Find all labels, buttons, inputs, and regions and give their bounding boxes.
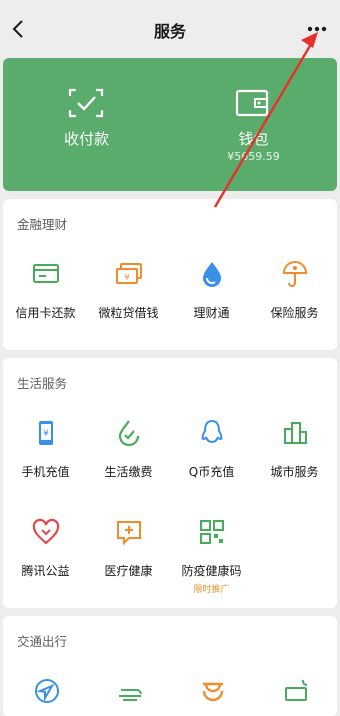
svg-text:¥: ¥ bbox=[43, 429, 49, 439]
grid-item-health-code[interactable]: 防疫健康码 限时推广 bbox=[170, 517, 253, 595]
grid-item-label: 医疗健康 bbox=[104, 564, 153, 578]
grid-item-label: 手机充值 bbox=[21, 465, 70, 479]
grid-item-utilities[interactable]: 生活缴费 bbox=[87, 418, 170, 480]
wallet-button[interactable]: 钱包 ¥5659.59 bbox=[170, 58, 337, 191]
grid-item-label: 信用卡还款 bbox=[15, 306, 76, 320]
payment-wallet-panel: 收付款 钱包 ¥5659.59 bbox=[3, 58, 337, 191]
wallet-balance: ¥5659.59 bbox=[227, 150, 280, 163]
wallet-icon bbox=[235, 89, 269, 117]
grid-item-qcoin[interactable]: Q币充值 bbox=[170, 418, 253, 480]
promotion-tag: 限时推广 bbox=[193, 585, 230, 595]
phone-icon: ¥ bbox=[38, 421, 53, 445]
pay-receive-label: 收付款 bbox=[63, 130, 109, 148]
section-title: 金融理财 bbox=[17, 217, 68, 232]
page-title: 服务 bbox=[153, 22, 186, 41]
more-options-icon[interactable] bbox=[304, 16, 330, 42]
grid-item-phone-topup[interactable]: ¥ 手机充值 bbox=[4, 418, 87, 480]
svg-text:¥: ¥ bbox=[124, 273, 129, 282]
section-title: 生活服务 bbox=[17, 376, 68, 391]
grid-item-wealth[interactable]: 理财通 bbox=[170, 259, 253, 321]
top-navigation-bar: 服务 bbox=[0, 0, 340, 58]
grid-item-charity[interactable]: 腾讯公益 bbox=[4, 517, 87, 579]
wealth-drop-icon bbox=[202, 262, 221, 287]
grid-item-label: 保险服务 bbox=[270, 306, 319, 320]
wallet-label: 钱包 bbox=[238, 130, 269, 148]
health-qr-icon bbox=[199, 520, 224, 544]
section-title: 交通出行 bbox=[17, 634, 68, 649]
grid-item-label: 生活缴费 bbox=[104, 465, 153, 479]
scan-check-icon bbox=[68, 88, 104, 118]
grid-item-city-services[interactable]: 城市服务 bbox=[253, 418, 336, 480]
transport-section: 交通出行 bbox=[3, 616, 337, 716]
grid-item-loan[interactable]: ¥ 微粒贷借钱 bbox=[87, 259, 170, 321]
loan-icon: ¥ bbox=[115, 263, 142, 284]
medical-box-icon bbox=[116, 521, 141, 546]
grid-item-label: 微粒贷借钱 bbox=[98, 306, 159, 320]
bill-check-icon bbox=[118, 420, 139, 447]
grid-item-label: 防疫健康码 bbox=[181, 564, 242, 578]
qq-penguin-icon bbox=[201, 419, 222, 444]
grid-item-credit-card[interactable]: 信用卡还款 bbox=[4, 259, 87, 321]
grid-item-label: 腾讯公益 bbox=[21, 564, 70, 578]
grid-item-medical[interactable]: 医疗健康 bbox=[87, 517, 170, 579]
city-building-icon bbox=[283, 422, 307, 444]
pay-receive-button[interactable]: 收付款 bbox=[3, 58, 170, 191]
life-services-section: 生活服务 ¥ 手机充值 生活缴费 Q币充值 城市服务 腾讯公益 医疗健康 防疫健… bbox=[3, 358, 337, 608]
grid-item-label: Q币充值 bbox=[188, 465, 235, 479]
grid-item-label: 理财通 bbox=[193, 306, 230, 320]
grid-item-insurance[interactable]: 保险服务 bbox=[253, 259, 336, 321]
charity-heart-icon bbox=[32, 518, 59, 545]
credit-card-icon bbox=[32, 264, 59, 283]
finance-section: 金融理财 信用卡还款 ¥ 微粒贷借钱 理财通 保险服务 bbox=[3, 199, 337, 350]
insurance-icon bbox=[282, 260, 307, 287]
grid-item-label: 城市服务 bbox=[270, 465, 319, 479]
